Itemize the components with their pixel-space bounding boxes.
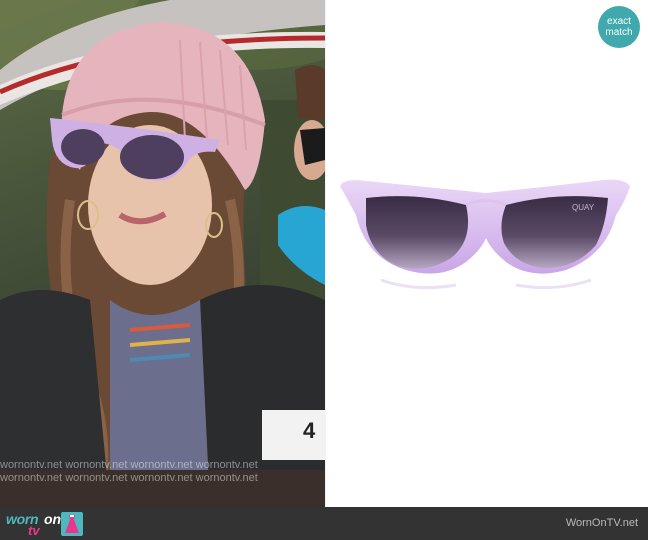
scene-illustration (0, 0, 325, 507)
watermark-line: wornontv.net wornontv.net wornontv.net w… (0, 472, 258, 484)
product-image[interactable]: QUAY (326, 0, 648, 507)
logo-tv-text: tv (28, 523, 40, 538)
dress-icon (61, 512, 83, 536)
wornontv-logo[interactable]: worn on tv (4, 510, 84, 538)
photo-watermark: wornontv.net wornontv.net wornontv.net w… (0, 459, 325, 499)
footer-bar: worn on tv WornOnTV.net (0, 507, 648, 540)
site-name: WornOnTV.net (565, 517, 638, 529)
brand-mark: QUAY (572, 203, 595, 212)
watermark-line: wornontv.net wornontv.net wornontv.net w… (0, 459, 258, 471)
scene-photo: wornontv.net wornontv.net wornontv.net w… (0, 0, 325, 507)
cat-eye-sunglasses-image: QUAY (340, 179, 630, 290)
logo-on-text: on (44, 511, 62, 527)
plate-number: 4 (303, 418, 316, 443)
exact-match-badge: exact match (598, 6, 640, 48)
badge-line-1: exact (607, 16, 631, 27)
badge-line-2: match (605, 27, 633, 38)
